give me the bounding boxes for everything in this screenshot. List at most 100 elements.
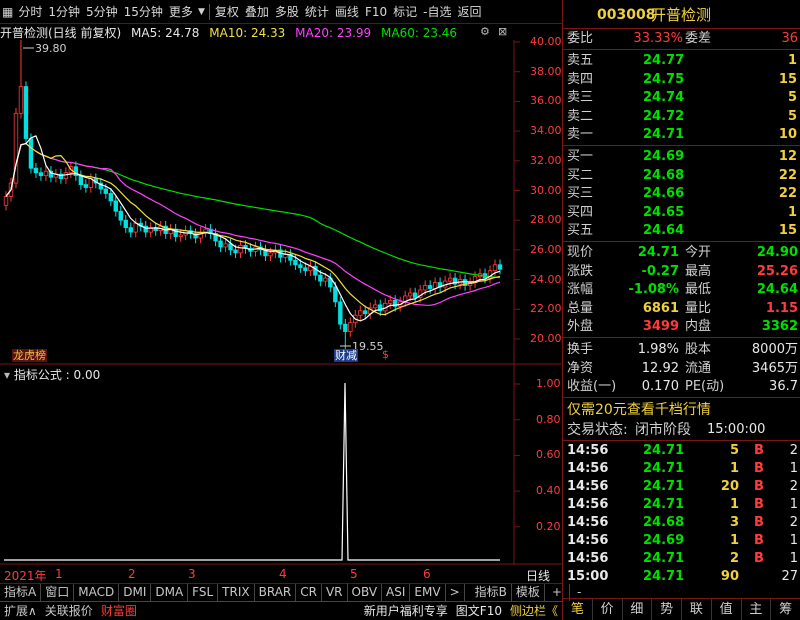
price-tick-label: 30.00 (530, 183, 562, 197)
sell-volume: 15 (778, 71, 797, 87)
tick-side: B (754, 551, 764, 566)
tab-trix[interactable]: TRIX (218, 584, 255, 601)
stat-value: -0.27 (641, 263, 679, 279)
tab-linked[interactable]: 联 (682, 599, 712, 620)
tab-main[interactable]: 主 (742, 599, 772, 620)
tab-1min[interactable]: 1分钟 (45, 1, 83, 23)
tab-fsl[interactable]: FSL (188, 584, 219, 601)
sell-level[interactable]: 卖三 24.74 5 (563, 89, 800, 107)
fuquan-button[interactable]: 复权 (212, 1, 242, 23)
fund-label: 股本 (685, 342, 712, 357)
sell-volume: 1 (787, 53, 797, 68)
promo-text[interactable]: 仅需20元查看千档行情 (567, 401, 711, 419)
dollar-tag[interactable]: $ (382, 348, 389, 361)
candle-body (233, 249, 238, 254)
tab-trend[interactable]: 势 (652, 599, 682, 620)
tab-macd[interactable]: MACD (74, 584, 120, 601)
tab-dma[interactable]: DMA (151, 584, 189, 601)
tab-15min[interactable]: 15分钟 (121, 1, 166, 23)
candle-body (78, 175, 84, 185)
grid-icon[interactable]: ▦ (0, 5, 15, 19)
wealth-circle-button[interactable]: 财富圈 (97, 602, 141, 620)
tick-volume: 90 (720, 569, 739, 584)
overlay-button[interactable]: 叠加 (242, 1, 272, 23)
buy-price: 24.66 (643, 186, 685, 201)
settings-icon[interactable]: ⚙ (480, 25, 490, 38)
tab-5min[interactable]: 5分钟 (83, 1, 121, 23)
tab-value[interactable]: 值 (712, 599, 742, 620)
price-tick-label: 40.00 (530, 35, 562, 48)
tab-asi[interactable]: ASI (382, 584, 411, 601)
draw-line-button[interactable]: 画线 (332, 1, 362, 23)
buy-level[interactable]: 买五 24.64 15 (563, 222, 800, 240)
tick-side: B (754, 497, 764, 512)
tab-cr[interactable]: CR (296, 584, 322, 601)
multi-stock-button[interactable]: 多股 (272, 1, 302, 23)
tab-indicator-b[interactable]: 指标B (471, 584, 512, 601)
tick-side: B (754, 461, 764, 476)
tab-chips[interactable]: 筹 (771, 599, 800, 620)
kline-chart[interactable]: 39.80 19.55 (0, 40, 562, 365)
tab-fenshi[interactable]: 分时 (15, 1, 45, 23)
ma5-value: MA5: 24.78 (131, 26, 200, 40)
tabs-scroll-right[interactable]: > (446, 584, 465, 601)
tab-template[interactable]: 模板 (512, 584, 545, 601)
candle-body (343, 323, 348, 332)
candle-body (178, 234, 183, 237)
tab-brar[interactable]: BRAR (255, 584, 297, 601)
buy-price: 24.65 (643, 204, 685, 220)
sell-price: 24.75 (643, 71, 685, 87)
close-icon[interactable]: ⊠ (498, 25, 507, 38)
tab-indicator-a[interactable]: 指标A (0, 584, 42, 601)
tab-obv[interactable]: OBV (348, 584, 383, 601)
candle-body (108, 193, 113, 202)
divider (208, 3, 210, 20)
tab-emv[interactable]: EMV (410, 584, 446, 601)
f10-button[interactable]: F10 (362, 1, 390, 23)
candle-body (373, 304, 378, 309)
tab-price[interactable]: 价 (593, 599, 623, 620)
buy-level[interactable]: 买四 24.65 1 (563, 204, 800, 222)
longhubang-tag[interactable]: 龙虎榜 (12, 349, 47, 362)
candle-body (427, 285, 433, 289)
new-user-promo-link[interactable]: 新用户福利专享 (360, 602, 452, 620)
indicator-tick-label: 1.00 (536, 377, 561, 390)
sidebar-toggle[interactable]: 侧边栏《 (506, 602, 562, 620)
candle-body (338, 301, 343, 325)
sell-level[interactable]: 卖一 24.71 10 (563, 126, 800, 144)
graphic-f10-button[interactable]: 图文F10 (452, 602, 506, 620)
more-dropdown[interactable]: 更多 (166, 1, 196, 23)
indicator-chart[interactable] (0, 365, 562, 565)
remove-watchlist-button[interactable]: -自选 (420, 1, 454, 23)
buy-level[interactable]: 买二 24.68 22 (563, 167, 800, 185)
related-quote-button[interactable]: 关联报价 (41, 602, 97, 620)
sell-level[interactable]: 卖五 24.77 1 (563, 52, 800, 70)
sell-label: 卖二 (567, 108, 594, 124)
quote-panel-tabs: 笔 价 细 势 联 值 主 筹 (563, 598, 800, 620)
back-button[interactable]: 返回 (454, 1, 484, 23)
candle-body (228, 243, 233, 251)
mark-button[interactable]: 标记 (390, 1, 420, 23)
buy-level[interactable]: 买一 24.69 12 (563, 148, 800, 166)
tab-vr[interactable]: VR (322, 584, 348, 601)
stats-button[interactable]: 统计 (302, 1, 332, 23)
sell-level[interactable]: 卖二 24.72 5 (563, 108, 800, 126)
chevron-down-icon[interactable]: ▼ (196, 7, 207, 17)
price-tick-label: 20.00 (530, 332, 562, 345)
fund-row: 净资 12.92 流通 3465万 (563, 360, 800, 378)
tab-dmi[interactable]: DMI (119, 584, 152, 601)
sell-level[interactable]: 卖四 24.75 15 (563, 71, 800, 89)
tab-window[interactable]: 窗口 (41, 584, 75, 601)
tab-trades[interactable]: 笔 (563, 599, 593, 620)
expand-button[interactable]: 扩展∧ (0, 602, 41, 620)
caijian-tag[interactable]: 财减 (334, 349, 358, 362)
buy-level[interactable]: 买三 24.66 22 (563, 185, 800, 203)
promo-row[interactable]: 仅需20元查看千档行情 (563, 401, 800, 419)
ma20-value: MA20: 23.99 (295, 26, 372, 40)
candle-body (363, 310, 368, 315)
tab-detail[interactable]: 细 (623, 599, 653, 620)
tick-volume: 5 (729, 443, 739, 458)
tick-count: 2 (789, 515, 798, 530)
period-label: 日线 (526, 569, 551, 583)
candle-body (118, 210, 123, 221)
